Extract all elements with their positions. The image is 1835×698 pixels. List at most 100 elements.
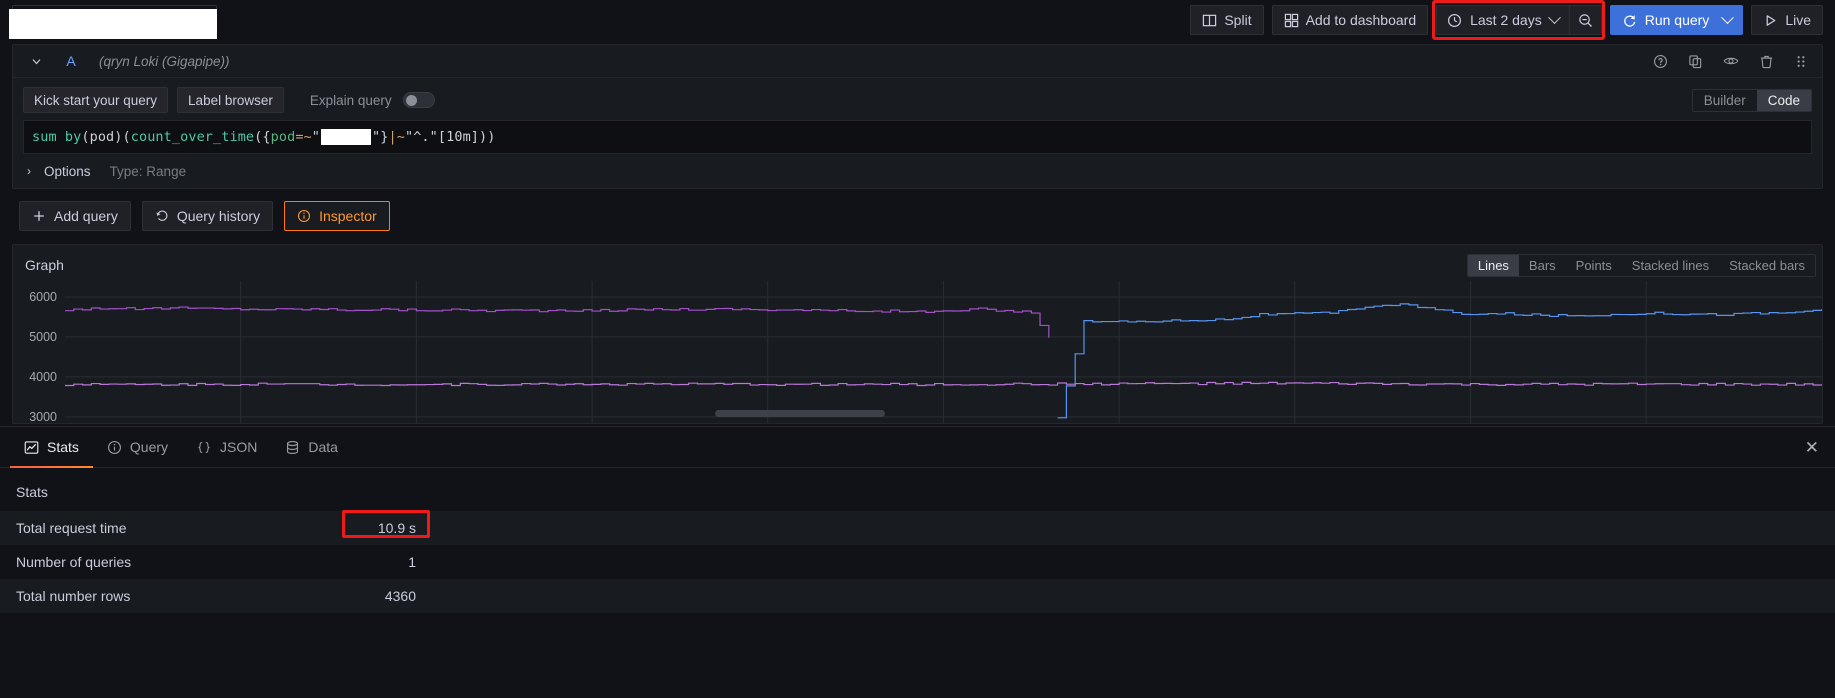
query-token-regex-match-op: =~	[295, 129, 312, 145]
viz-option-stacked-bars[interactable]: Stacked bars	[1719, 255, 1815, 276]
stat-spacer	[420, 511, 1835, 545]
query-token-pod-label: pod	[270, 129, 296, 145]
graph-horizontal-scrollbar[interactable]	[715, 410, 885, 417]
chevron-right-icon: ›	[27, 164, 31, 178]
stats-heading: Stats	[16, 484, 48, 500]
refresh-icon	[1623, 14, 1635, 27]
chevron-down-icon	[32, 58, 40, 64]
chart-series-series-blue-high	[1058, 304, 1822, 418]
query-token-quote-open: "	[311, 129, 321, 145]
add-to-dashboard-label: Add to dashboard	[1305, 12, 1417, 28]
query-inspector-drawer: Stats Query JSON Data ✕ Stats Total requ…	[0, 426, 1835, 698]
zoom-out-time-button[interactable]	[1568, 5, 1602, 35]
query-history-button[interactable]: Query history	[141, 201, 274, 231]
viz-option-stacked-lines[interactable]: Stacked lines	[1622, 255, 1719, 276]
graph-plot-area[interactable]: 6000 5000 4000 3000	[13, 281, 1822, 423]
help-circle-icon[interactable]	[1653, 54, 1668, 69]
query-token-count-over-time: count_over_time	[130, 129, 255, 145]
stats-table: Total request time 10.9 s Number of quer…	[0, 510, 1835, 613]
copy-icon[interactable]	[1688, 54, 1703, 69]
collapse-query-toggle[interactable]	[23, 55, 49, 68]
toolbar-right-actions: Split Add to dashboard Last 2 days Run q…	[1190, 0, 1823, 40]
query-ref-id[interactable]: A	[49, 53, 93, 69]
top-toolbar: Split Add to dashboard Last 2 days Run q…	[0, 0, 1835, 40]
visualization-type-picker: Lines Bars Points Stacked lines Stacked …	[1466, 253, 1816, 277]
braces-icon	[198, 441, 210, 453]
info-circle-icon	[107, 440, 121, 454]
run-query-label: Run query	[1644, 12, 1710, 28]
stat-name: Total request time	[16, 520, 127, 536]
live-label: Live	[1785, 12, 1811, 28]
query-editor-toolbar: Kick start your query Label browser Expl…	[13, 78, 1822, 120]
toggle-knob	[405, 94, 417, 106]
inspector-tabs: Stats Query JSON Data ✕	[0, 427, 1835, 468]
chart-series-series-purple-high	[65, 307, 1049, 338]
table-row: Number of queries 1	[0, 545, 1835, 579]
editor-mode-switcher: Builder Code	[1691, 88, 1812, 112]
graph-panel: Graph Lines Bars Points Stacked lines St…	[12, 244, 1823, 424]
explain-query-toggle[interactable]	[402, 92, 435, 108]
viz-option-lines[interactable]: Lines	[1467, 254, 1519, 276]
stat-spacer	[420, 545, 1835, 579]
y-axis-tick-label: 4000	[29, 370, 57, 384]
viz-option-points[interactable]: Points	[1566, 255, 1622, 276]
query-token-open-brace: ({	[254, 129, 271, 145]
graph-title: Graph	[25, 257, 64, 273]
tab-query-label: Query	[129, 439, 169, 455]
query-row-actions	[1653, 53, 1814, 69]
query-options-row[interactable]: › Options Type: Range	[13, 154, 1822, 188]
query-history-label: Query history	[176, 208, 261, 224]
tab-stats-label: Stats	[47, 439, 79, 455]
y-axis-tick-label: 6000	[29, 290, 57, 304]
table-row: Total number rows 4360	[0, 579, 1835, 613]
eye-icon[interactable]	[1723, 53, 1739, 69]
tab-json-label: JSON	[220, 439, 258, 455]
search-minus-icon	[1578, 13, 1592, 27]
query-token-pod-group: (pod)(	[81, 129, 131, 145]
play-icon	[1766, 14, 1776, 26]
tab-query[interactable]: Query	[93, 427, 182, 468]
trash-icon[interactable]	[1759, 54, 1774, 69]
kick-start-query-button[interactable]: Kick start your query	[23, 87, 169, 113]
explain-query-label: Explain query	[309, 92, 392, 108]
stat-value: 4360	[384, 588, 416, 604]
explain-query-control: Explain query	[310, 92, 435, 108]
tab-stats[interactable]: Stats	[10, 427, 93, 468]
stat-value: 1	[408, 554, 416, 570]
info-circle-icon	[298, 209, 311, 223]
editor-mode-builder[interactable]: Builder	[1692, 89, 1757, 111]
add-query-button[interactable]: Add query	[19, 201, 131, 231]
query-row-header: A (qryn Loki (Gigapipe))	[13, 45, 1822, 78]
grafana-explore-page: Split Add to dashboard Last 2 days Run q…	[0, 0, 1835, 698]
drag-handle-icon[interactable]	[1794, 54, 1808, 69]
stat-value-cell: 10.9 s	[330, 510, 430, 545]
time-range-picker[interactable]: Last 2 days	[1436, 5, 1569, 35]
y-axis-tick-label: 3000	[29, 410, 57, 424]
redacted-datasource-value	[9, 9, 217, 39]
live-button[interactable]: Live	[1751, 5, 1823, 35]
graph-chart-svg	[65, 281, 1822, 423]
y-axis-tick-label: 5000	[29, 330, 57, 344]
options-type-meta: Type: Range	[109, 163, 187, 179]
label-browser-button[interactable]: Label browser	[177, 87, 284, 113]
viz-option-bars[interactable]: Bars	[1519, 255, 1566, 276]
stat-name: Total number rows	[16, 588, 131, 604]
query-token-quote-close: "}	[372, 129, 389, 145]
chart-line-icon	[24, 440, 39, 454]
inspector-button[interactable]: Inspector	[284, 201, 390, 231]
close-icon[interactable]: ✕	[1805, 439, 1819, 456]
stat-name: Number of queries	[16, 554, 132, 570]
query-token-sum-by: sum by	[32, 129, 82, 145]
add-to-dashboard-button[interactable]: Add to dashboard	[1271, 5, 1429, 35]
inspector-label: Inspector	[319, 208, 377, 224]
query-editor-card: A (qryn Loki (Gigapipe)) Kick start your…	[12, 44, 1823, 189]
split-button[interactable]: Split	[1190, 5, 1264, 35]
tab-json[interactable]: JSON	[182, 427, 271, 468]
run-query-button[interactable]: Run query	[1609, 5, 1744, 35]
split-panes-icon	[1203, 14, 1217, 26]
time-range-label: Last 2 days	[1470, 12, 1542, 28]
tab-data[interactable]: Data	[271, 427, 352, 468]
table-row: Total request time 10.9 s	[0, 510, 1835, 545]
editor-mode-code[interactable]: Code	[1756, 89, 1811, 111]
query-code-input[interactable]: sum by (pod)(count_over_time({pod =~ " "} |…	[23, 120, 1812, 154]
